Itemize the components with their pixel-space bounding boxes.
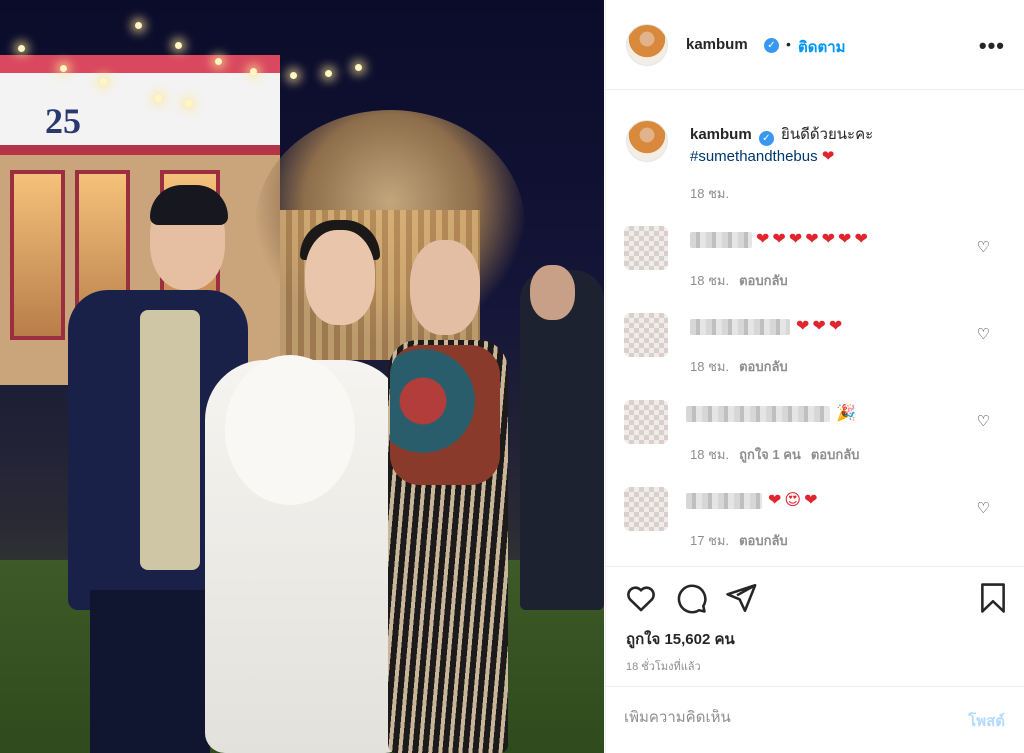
commenter-username-blurred[interactable] xyxy=(686,406,830,422)
caption-username[interactable]: kambum xyxy=(690,126,752,143)
string-light xyxy=(175,42,182,49)
post-header: kambum ✓ • ติดตาม ••• xyxy=(606,0,1024,90)
add-comment-bar: โพสต์ xyxy=(606,686,1024,753)
string-light xyxy=(135,22,142,29)
like-heart-icon[interactable] xyxy=(624,581,658,615)
commenter-avatar[interactable] xyxy=(624,400,668,444)
caption: kambum ✓ ยินดีด้วยนะคะ #sumethandthebus … xyxy=(690,124,1000,168)
post-side-panel: kambum ✓ • ติดตาม ••• kambum ✓ ยินดีด้วย… xyxy=(605,0,1024,753)
string-light xyxy=(155,95,162,102)
bus-number: 25 xyxy=(45,101,81,141)
comment-input[interactable] xyxy=(624,709,944,726)
comment-bubble-icon[interactable] xyxy=(674,581,708,615)
comment-meta: 17 ชม. ตอบกลับ xyxy=(690,530,788,551)
commenter-username-blurred[interactable] xyxy=(690,232,752,248)
comment-text: 🎉 xyxy=(836,405,859,422)
string-light xyxy=(250,68,257,75)
string-light xyxy=(185,100,192,107)
post-comment-button[interactable]: โพสต์ xyxy=(968,709,1005,733)
reply-button[interactable]: ตอบกลับ xyxy=(739,359,788,374)
author-avatar[interactable] xyxy=(626,24,668,66)
heart-emoji: ❤ xyxy=(821,148,835,165)
commenter-username-blurred[interactable] xyxy=(686,493,762,509)
commenter-username-blurred[interactable] xyxy=(690,319,790,335)
comment-time[interactable]: 18 ชม. xyxy=(690,359,729,374)
save-bookmark-icon[interactable] xyxy=(976,581,1010,615)
likes-count[interactable]: ถูกใจ 15,602 คน xyxy=(626,627,735,651)
groom-vest xyxy=(140,310,200,570)
verified-badge-icon: ✓ xyxy=(758,131,774,146)
like-comment-heart-icon[interactable]: ♡ xyxy=(977,238,990,256)
commenter-avatar[interactable] xyxy=(624,487,668,531)
guest-dress-top xyxy=(390,345,500,485)
bride-face xyxy=(305,230,375,325)
caption-text: ยินดีด้วยนะคะ xyxy=(781,126,874,143)
post-timestamp[interactable]: 18 ชั่วโมงที่แล้ว xyxy=(626,657,701,675)
string-light xyxy=(355,64,362,71)
comment-likes[interactable]: ถูกใจ 1 คน xyxy=(739,447,801,462)
like-comment-heart-icon[interactable]: ♡ xyxy=(977,412,990,430)
bride-fur-wrap xyxy=(225,355,355,505)
comment-text: ❤❤❤ xyxy=(796,318,846,335)
more-options-icon[interactable]: ••• xyxy=(979,33,1005,59)
post-actions: ถูกใจ 15,602 คน 18 ชั่วโมงที่แล้ว xyxy=(606,566,1024,686)
reply-button[interactable]: ตอบกลับ xyxy=(739,273,788,288)
comment-time[interactable]: 17 ชม. xyxy=(690,533,729,548)
string-light xyxy=(290,72,297,79)
string-light xyxy=(18,45,25,52)
verified-badge-icon: ✓ xyxy=(764,38,779,53)
reply-button[interactable]: ตอบกลับ xyxy=(811,447,860,462)
groom-trousers xyxy=(90,590,210,753)
caption-time[interactable]: 18 ชม. xyxy=(690,183,729,204)
caption-hashtag[interactable]: #sumethandthebus xyxy=(690,148,818,165)
background-guest-head xyxy=(530,265,575,320)
background-guest xyxy=(520,270,604,610)
like-comment-heart-icon[interactable]: ♡ xyxy=(977,325,990,343)
comment-meta: 18 ชม. ตอบกลับ xyxy=(690,270,788,291)
like-comment-heart-icon[interactable]: ♡ xyxy=(977,499,990,517)
guest-face xyxy=(410,240,480,335)
string-light xyxy=(215,58,222,65)
separator-dot: • xyxy=(786,36,791,52)
share-paper-plane-icon[interactable] xyxy=(724,581,758,615)
string-light xyxy=(60,65,67,72)
comment-time[interactable]: 18 ชม. xyxy=(690,447,729,462)
commenter-avatar[interactable] xyxy=(624,226,668,270)
commenter-avatar[interactable] xyxy=(624,313,668,357)
caption-avatar[interactable] xyxy=(626,120,668,162)
string-light xyxy=(325,70,332,77)
post-photo[interactable]: 25 xyxy=(0,0,604,753)
comment-time[interactable]: 18 ชม. xyxy=(690,273,729,288)
follow-button[interactable]: ติดตาม xyxy=(798,35,846,59)
author-username[interactable]: kambum xyxy=(686,36,748,53)
comment-text: ❤❤❤❤❤❤❤ xyxy=(756,231,871,248)
string-light xyxy=(100,78,107,85)
reply-button[interactable]: ตอบกลับ xyxy=(739,533,788,548)
bus-window xyxy=(10,170,65,340)
comment-meta: 18 ชม. ถูกใจ 1 คน ตอบกลับ xyxy=(690,444,859,465)
comment-meta: 18 ชม. ตอบกลับ xyxy=(690,356,788,377)
comment-text: ❤😍❤ xyxy=(768,492,821,509)
